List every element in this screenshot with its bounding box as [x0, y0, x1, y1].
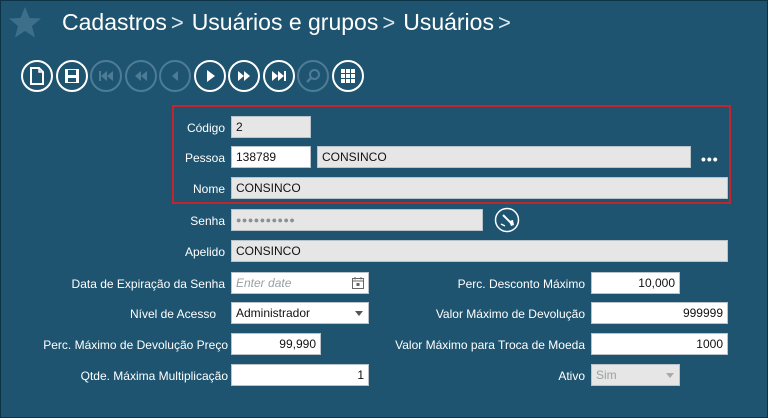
- next-icon: [206, 70, 215, 82]
- valor-max-devolucao-field[interactable]: 999999: [591, 302, 728, 324]
- apelido-label: Apelido: [184, 245, 225, 259]
- previous-button[interactable]: [159, 60, 191, 92]
- data-expiracao-placeholder: Enter date: [236, 276, 292, 290]
- perc-desconto-maximo-label: Perc. Desconto Máximo: [457, 277, 585, 291]
- perc-max-devolucao-preco-label: Perc. Máximo de Devolução Preço: [43, 338, 228, 352]
- codigo-label: Código: [186, 121, 225, 135]
- new-document-icon: [30, 67, 44, 85]
- nivel-acesso-label: Nível de Acesso: [129, 307, 216, 321]
- nivel-acesso-value: Administrador: [236, 306, 311, 320]
- ativo-select[interactable]: Sim: [591, 364, 680, 386]
- pessoa-name-field[interactable]: CONSINCO: [317, 146, 691, 168]
- reset-password-icon[interactable]: [494, 207, 520, 233]
- save-icon: [64, 69, 79, 83]
- breadcrumb-item-usuarios[interactable]: Usuários: [403, 9, 494, 36]
- pessoa-label: Pessoa: [184, 151, 225, 165]
- pessoa-id-field[interactable]: 138789: [231, 146, 311, 168]
- data-expiracao-field[interactable]: Enter date: [231, 272, 369, 294]
- rewind-icon: [134, 71, 147, 81]
- breadcrumb-separator: >: [497, 9, 511, 35]
- search-icon: [306, 69, 320, 83]
- search-button[interactable]: [297, 60, 329, 92]
- last-record-button[interactable]: [262, 60, 295, 92]
- codigo-field[interactable]: 2: [231, 116, 311, 138]
- breadcrumb-item-cadastros[interactable]: Cadastros: [62, 9, 167, 36]
- last-record-icon: [271, 71, 286, 81]
- fast-forward-button[interactable]: [228, 60, 260, 92]
- chevron-down-icon: [666, 373, 674, 378]
- senha-label: Senha: [190, 214, 225, 228]
- valor-max-devolucao-label: Valor Máximo de Devolução: [435, 307, 585, 321]
- new-button[interactable]: [21, 60, 53, 92]
- nivel-acesso-select[interactable]: Administrador: [231, 302, 369, 324]
- breadcrumb-item-usuarios-grupos[interactable]: Usuários e grupos: [192, 9, 379, 36]
- header: Cadastros > Usuários e grupos > Usuários…: [0, 0, 768, 50]
- apelido-field[interactable]: CONSINCO: [231, 240, 728, 262]
- grid-button[interactable]: [331, 60, 364, 92]
- save-button[interactable]: [55, 60, 88, 92]
- fast-forward-icon: [238, 71, 250, 81]
- first-record-button[interactable]: [90, 60, 122, 92]
- previous-icon: [172, 71, 178, 81]
- breadcrumb: Cadastros > Usuários e grupos > Usuários…: [62, 9, 519, 36]
- perc-max-devolucao-preco-field[interactable]: 99,990: [231, 333, 321, 355]
- breadcrumb-separator: >: [382, 9, 396, 35]
- ativo-value: Sim: [596, 368, 617, 382]
- nome-label: Nome: [192, 182, 225, 196]
- ativo-label: Ativo: [558, 369, 585, 383]
- first-record-icon: [99, 71, 113, 81]
- qtde-max-multiplicacao-field[interactable]: 1: [231, 364, 369, 386]
- data-expiracao-label: Data de Expiração da Senha: [71, 277, 225, 291]
- toolbar: [21, 60, 366, 92]
- nome-field[interactable]: CONSINCO: [231, 177, 728, 199]
- rewind-button[interactable]: [124, 60, 157, 92]
- valor-max-troca-moeda-field[interactable]: 1000: [591, 333, 728, 355]
- chevron-down-icon: [355, 311, 363, 316]
- next-button[interactable]: [193, 60, 226, 92]
- qtde-max-multiplicacao-label: Qtde. Máxima Multiplicação: [80, 369, 228, 383]
- perc-desconto-maximo-field[interactable]: 10,000: [591, 272, 680, 294]
- pessoa-lookup-button[interactable]: •••: [701, 151, 719, 167]
- breadcrumb-separator: >: [170, 9, 184, 35]
- grid-icon: [340, 69, 355, 83]
- senha-field[interactable]: ●●●●●●●●●●: [231, 209, 483, 231]
- valor-max-troca-moeda-label: Valor Máximo para Troca de Moeda: [395, 338, 585, 352]
- favorite-star-icon[interactable]: [6, 4, 44, 42]
- calendar-icon[interactable]: [351, 276, 365, 290]
